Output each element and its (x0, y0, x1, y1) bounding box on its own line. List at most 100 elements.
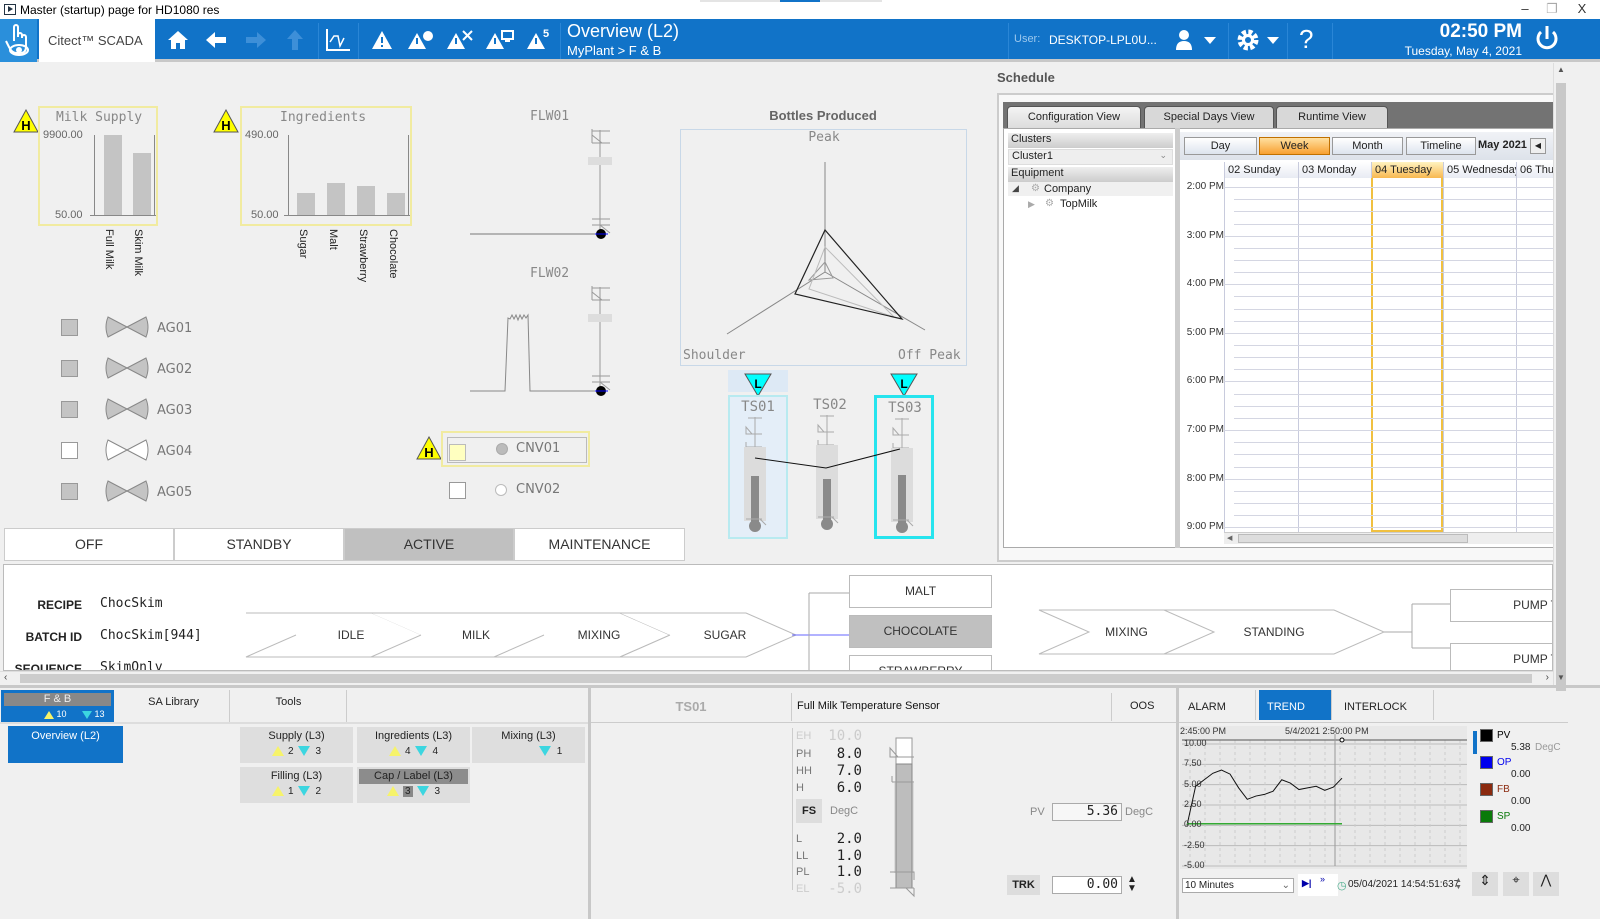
area-page-button[interactable]: Filling (L3) 1 2 (240, 767, 353, 803)
skip-to-end-icon[interactable]: ▶| (1302, 878, 1311, 889)
area-page-button[interactable]: Supply (L3) 2 3 (240, 727, 353, 763)
main-vertical-scrollbar[interactable]: ▲ ▼ (1553, 63, 1568, 691)
mode-button-standby[interactable]: STANDBY (174, 528, 344, 561)
trend-tab-alarm[interactable]: ALARM (1180, 690, 1256, 720)
area-page-button[interactable]: Mixing (L3) 1 (472, 727, 585, 763)
trend-autoscale-button[interactable]: ⇕ (1472, 872, 1498, 896)
flw02-trend[interactable] (470, 282, 615, 402)
previous-month-button[interactable]: ◀ (1530, 138, 1546, 154)
schedule-tab[interactable]: Configuration View (1007, 106, 1141, 128)
batch-pump[interactable]: PUMP TNK01 (1450, 589, 1552, 622)
batch-horizontal-scrollbar[interactable]: ‹ › (0, 671, 1553, 685)
tree-item-topmilk[interactable]: TopMilk (1060, 198, 1097, 210)
mode-button-off[interactable]: OFF (4, 528, 174, 561)
flw01-trend[interactable] (470, 125, 615, 245)
help-icon[interactable]: ? (1299, 24, 1313, 55)
calendar-day-header[interactable]: 04 Tuesday (1371, 162, 1443, 178)
trend-icon[interactable] (322, 25, 354, 55)
fs-button[interactable]: FS (796, 799, 822, 823)
area-tab-fb[interactable]: F & B 10 13 (1, 690, 114, 722)
trend-span-select[interactable]: 10 Minutes ⌄ (1182, 878, 1294, 893)
trend-timestamp[interactable]: 05/04/2021 14:54:51:637 (1348, 879, 1459, 890)
tree-expand-icon[interactable]: ◢ (1012, 183, 1019, 194)
legend-swatch[interactable] (1480, 756, 1493, 769)
milk-supply-chart[interactable]: Milk Supply 9900.00 50.00 (38, 106, 158, 226)
batch-pump[interactable]: PUMP TNK02 (1450, 643, 1552, 670)
trend-chart[interactable]: 2:45:00 PM 5/4/2021 2:50:00 PM (1180, 726, 1467, 869)
agitator-icon[interactable] (105, 356, 149, 380)
trend-cursor-button[interactable]: ⌖ (1503, 872, 1529, 896)
alarm-hardware-icon[interactable] (484, 25, 516, 55)
oos-button[interactable]: OOS (1130, 700, 1154, 712)
high-alarm-badge-icon[interactable]: H (213, 109, 239, 133)
schedule-tab[interactable]: Runtime View (1276, 106, 1388, 128)
breadcrumb[interactable]: MyPlant > F & B (567, 43, 661, 58)
batch-option[interactable]: CHOCOLATE (849, 615, 992, 648)
cluster-select[interactable]: Cluster1 ⌄ (1008, 149, 1173, 165)
agitator-icon[interactable] (105, 315, 149, 339)
area-tab-tools[interactable]: Tools (231, 690, 347, 722)
mode-button-active[interactable]: ACTIVE (344, 528, 514, 561)
trend-zoom-button[interactable]: ⋀ (1533, 872, 1559, 896)
batch-step[interactable]: IDLE (296, 628, 406, 642)
calendar-horizontal-scrollbar[interactable]: ◀ (1224, 532, 1568, 544)
settings-gear-icon[interactable] (1232, 25, 1284, 55)
trk-spinner[interactable]: ▲ ▼ (1127, 875, 1137, 894)
agitator-icon[interactable] (105, 479, 149, 503)
ingredients-chart[interactable]: Ingredients 490.00 50.00 (240, 106, 412, 226)
alarm-count-icon[interactable]: 5 (523, 25, 555, 55)
high-alarm-badge-icon[interactable]: H (416, 436, 442, 460)
legend-swatch[interactable] (1480, 729, 1493, 742)
bottles-radar-chart[interactable]: Peak Shoulder Off Peak (680, 129, 967, 366)
trend-tab-interlock[interactable]: INTERLOCK (1336, 690, 1434, 720)
power-icon[interactable] (1531, 24, 1563, 54)
citect-logo-icon[interactable] (0, 19, 37, 62)
trk-button[interactable]: TRK (1007, 875, 1040, 895)
calendar-day-header[interactable]: 02 Sunday (1224, 162, 1298, 178)
mode-button-maintenance[interactable]: MAINTENANCE (514, 528, 685, 561)
user-menu-button[interactable] (1168, 25, 1224, 55)
tree-collapse-icon[interactable]: ▶ (1028, 199, 1035, 210)
alarm-icon[interactable] (366, 25, 398, 55)
trend-tab-trend[interactable]: TREND (1259, 690, 1332, 720)
minimize-button[interactable]: – (1510, 0, 1540, 19)
back-arrow-icon[interactable] (200, 25, 232, 55)
close-window-button[interactable]: X (1567, 0, 1597, 19)
calendar-day-header[interactable]: 05 Wednesday (1443, 162, 1516, 178)
legend-swatch[interactable] (1480, 783, 1493, 796)
agitator-icon[interactable] (105, 397, 149, 421)
low-alarm-badge-icon[interactable]: L (890, 373, 918, 397)
calendar-day-header[interactable]: 06 Thursday (1516, 162, 1553, 178)
calendar-view-week[interactable]: Week (1259, 137, 1330, 155)
high-alarm-badge-icon[interactable]: H (13, 109, 39, 133)
fast-forward-icon[interactable]: » (1320, 874, 1325, 884)
home-icon[interactable] (162, 25, 194, 55)
batch-option[interactable]: STRAWBERRY (849, 655, 992, 670)
trk-input[interactable]: 0.00 (1052, 876, 1122, 894)
area-page-button[interactable]: Ingredients (L3) 4 4 (357, 727, 470, 763)
forward-arrow-icon[interactable] (240, 25, 272, 55)
calendar-view-month[interactable]: Month (1332, 137, 1403, 155)
calendar-view-timeline[interactable]: Timeline (1406, 137, 1476, 155)
schedule-tab[interactable]: Special Days View (1144, 106, 1274, 128)
area-page-button[interactable]: Cap / Label (L3) 3 3 (357, 767, 470, 803)
batch-step[interactable]: SUGAR (670, 628, 780, 642)
legend-swatch[interactable] (1480, 810, 1493, 823)
calendar-day-header[interactable]: 03 Monday (1298, 162, 1371, 178)
up-arrow-icon[interactable] (279, 25, 311, 55)
alarm-history-icon[interactable] (405, 25, 437, 55)
low-alarm-badge-icon[interactable]: L (744, 373, 772, 397)
batch-step[interactable]: MILK (421, 628, 531, 642)
batch-step[interactable]: MIXING (1089, 625, 1164, 639)
timestamp-spinner[interactable]: ▲ ▼ (1455, 877, 1462, 891)
overview-page-button[interactable]: Overview (L2) (8, 726, 123, 763)
tree-item-company[interactable]: Company (1044, 183, 1091, 195)
calendar-view-day[interactable]: Day (1184, 137, 1257, 155)
cnv01-panel[interactable]: CNV01 (441, 431, 590, 467)
area-tab-sa-library[interactable]: SA Library (118, 690, 230, 722)
batch-step[interactable]: MIXING (544, 628, 654, 642)
batch-step[interactable]: STANDING (1214, 625, 1334, 639)
alarm-disabled-icon[interactable] (444, 25, 476, 55)
batch-option[interactable]: MALT (849, 575, 992, 608)
restore-button[interactable]: ❐ (1537, 0, 1567, 19)
